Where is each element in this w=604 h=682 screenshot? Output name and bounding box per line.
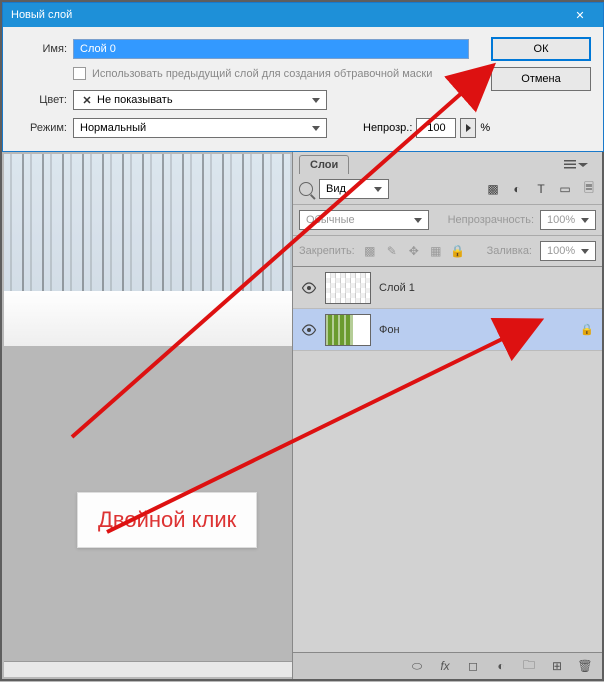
blend-mode-value: Обычные [306, 214, 355, 226]
group-icon[interactable]: 🗀 [522, 659, 536, 673]
opacity-input[interactable] [416, 118, 456, 138]
clipmask-checkbox[interactable] [73, 67, 86, 80]
layer-name[interactable]: Слой 1 [379, 282, 415, 294]
fill-value: 100% [547, 245, 575, 257]
layer-thumbnail[interactable] [325, 314, 371, 346]
layer-name[interactable]: Фон [379, 324, 400, 336]
adjustment-icon[interactable]: ◐ [494, 659, 508, 673]
opacity-label: Непрозрачность: [448, 214, 534, 226]
layers-panel: Слои Вид ▩ ◐ T ▭ 🗏 Обычные Непрозрачност… [292, 152, 602, 679]
fill-label: Заливка: [487, 245, 532, 257]
opacity-flyout-icon[interactable] [460, 118, 476, 138]
lock-all-icon[interactable]: 🔒 [451, 244, 465, 258]
filter-kind-value: Вид [326, 183, 346, 195]
color-label: Цвет: [17, 94, 67, 106]
color-select[interactable]: ✕ Не показывать [73, 90, 327, 110]
blend-mode-select[interactable]: Обычные [299, 210, 429, 230]
document-canvas[interactable] [4, 154, 292, 346]
close-icon[interactable]: ✕ [565, 9, 595, 22]
mode-value: Нормальный [80, 122, 146, 134]
fx-icon[interactable]: fx [438, 659, 452, 673]
annotation-callout: Двойной клик [77, 492, 257, 548]
filter-pixel-icon[interactable]: ▩ [486, 182, 500, 196]
name-label: Имя: [17, 43, 67, 55]
link-layers-icon[interactable]: ⬭ [410, 659, 424, 673]
opacity-label: Непрозр.: [363, 122, 412, 134]
lock-transparent-icon[interactable]: ▩ [363, 244, 377, 258]
horizontal-scrollbar[interactable] [4, 661, 292, 677]
new-layer-dialog: Новый слой ✕ Имя: Использовать предыдущи… [2, 2, 604, 152]
clipmask-label: Использовать предыдущий слой для создани… [92, 68, 432, 80]
mode-label: Режим: [17, 122, 67, 134]
trash-icon[interactable]: 🗑 [578, 659, 592, 673]
panel-menu-icon[interactable] [558, 159, 596, 171]
lock-position-icon[interactable]: ✥ [407, 244, 421, 258]
new-layer-icon[interactable]: ⊞ [550, 659, 564, 673]
lock-icon: 🔒 [580, 323, 594, 336]
none-icon: ✕ [80, 94, 94, 107]
filter-kind-select[interactable]: Вид [319, 179, 389, 199]
canvas-image [4, 154, 292, 346]
filter-smart-icon[interactable]: 🗏 [582, 182, 596, 196]
cancel-button[interactable]: Отмена [491, 67, 591, 91]
filter-shape-icon[interactable]: ▭ [558, 182, 572, 196]
layer-row[interactable]: Слой 1 [293, 267, 602, 309]
lock-artboard-icon[interactable]: ▦ [429, 244, 443, 258]
fill-select[interactable]: 100% [540, 241, 596, 261]
color-value: Не показывать [97, 94, 173, 106]
panel-opacity-value: 100% [547, 214, 575, 226]
layer-name-input[interactable] [73, 39, 469, 59]
mode-select[interactable]: Нормальный [73, 118, 327, 138]
ok-button[interactable]: ОК [491, 37, 591, 61]
filter-adjust-icon[interactable]: ◐ [510, 182, 524, 196]
visibility-icon[interactable] [301, 280, 317, 296]
layer-row[interactable]: Фон 🔒 [293, 309, 602, 351]
search-icon[interactable] [299, 182, 313, 196]
mask-icon[interactable]: ◻ [466, 659, 480, 673]
opacity-suffix: % [480, 122, 490, 134]
panel-opacity-select[interactable]: 100% [540, 210, 596, 230]
filter-type-icon[interactable]: T [534, 182, 548, 196]
dialog-title: Новый слой [11, 9, 72, 21]
lock-pixels-icon[interactable]: ✎ [385, 244, 399, 258]
layer-thumbnail[interactable] [325, 272, 371, 304]
dialog-titlebar[interactable]: Новый слой ✕ [3, 3, 603, 27]
visibility-icon[interactable] [301, 322, 317, 338]
lock-label: Закрепить: [299, 245, 355, 257]
